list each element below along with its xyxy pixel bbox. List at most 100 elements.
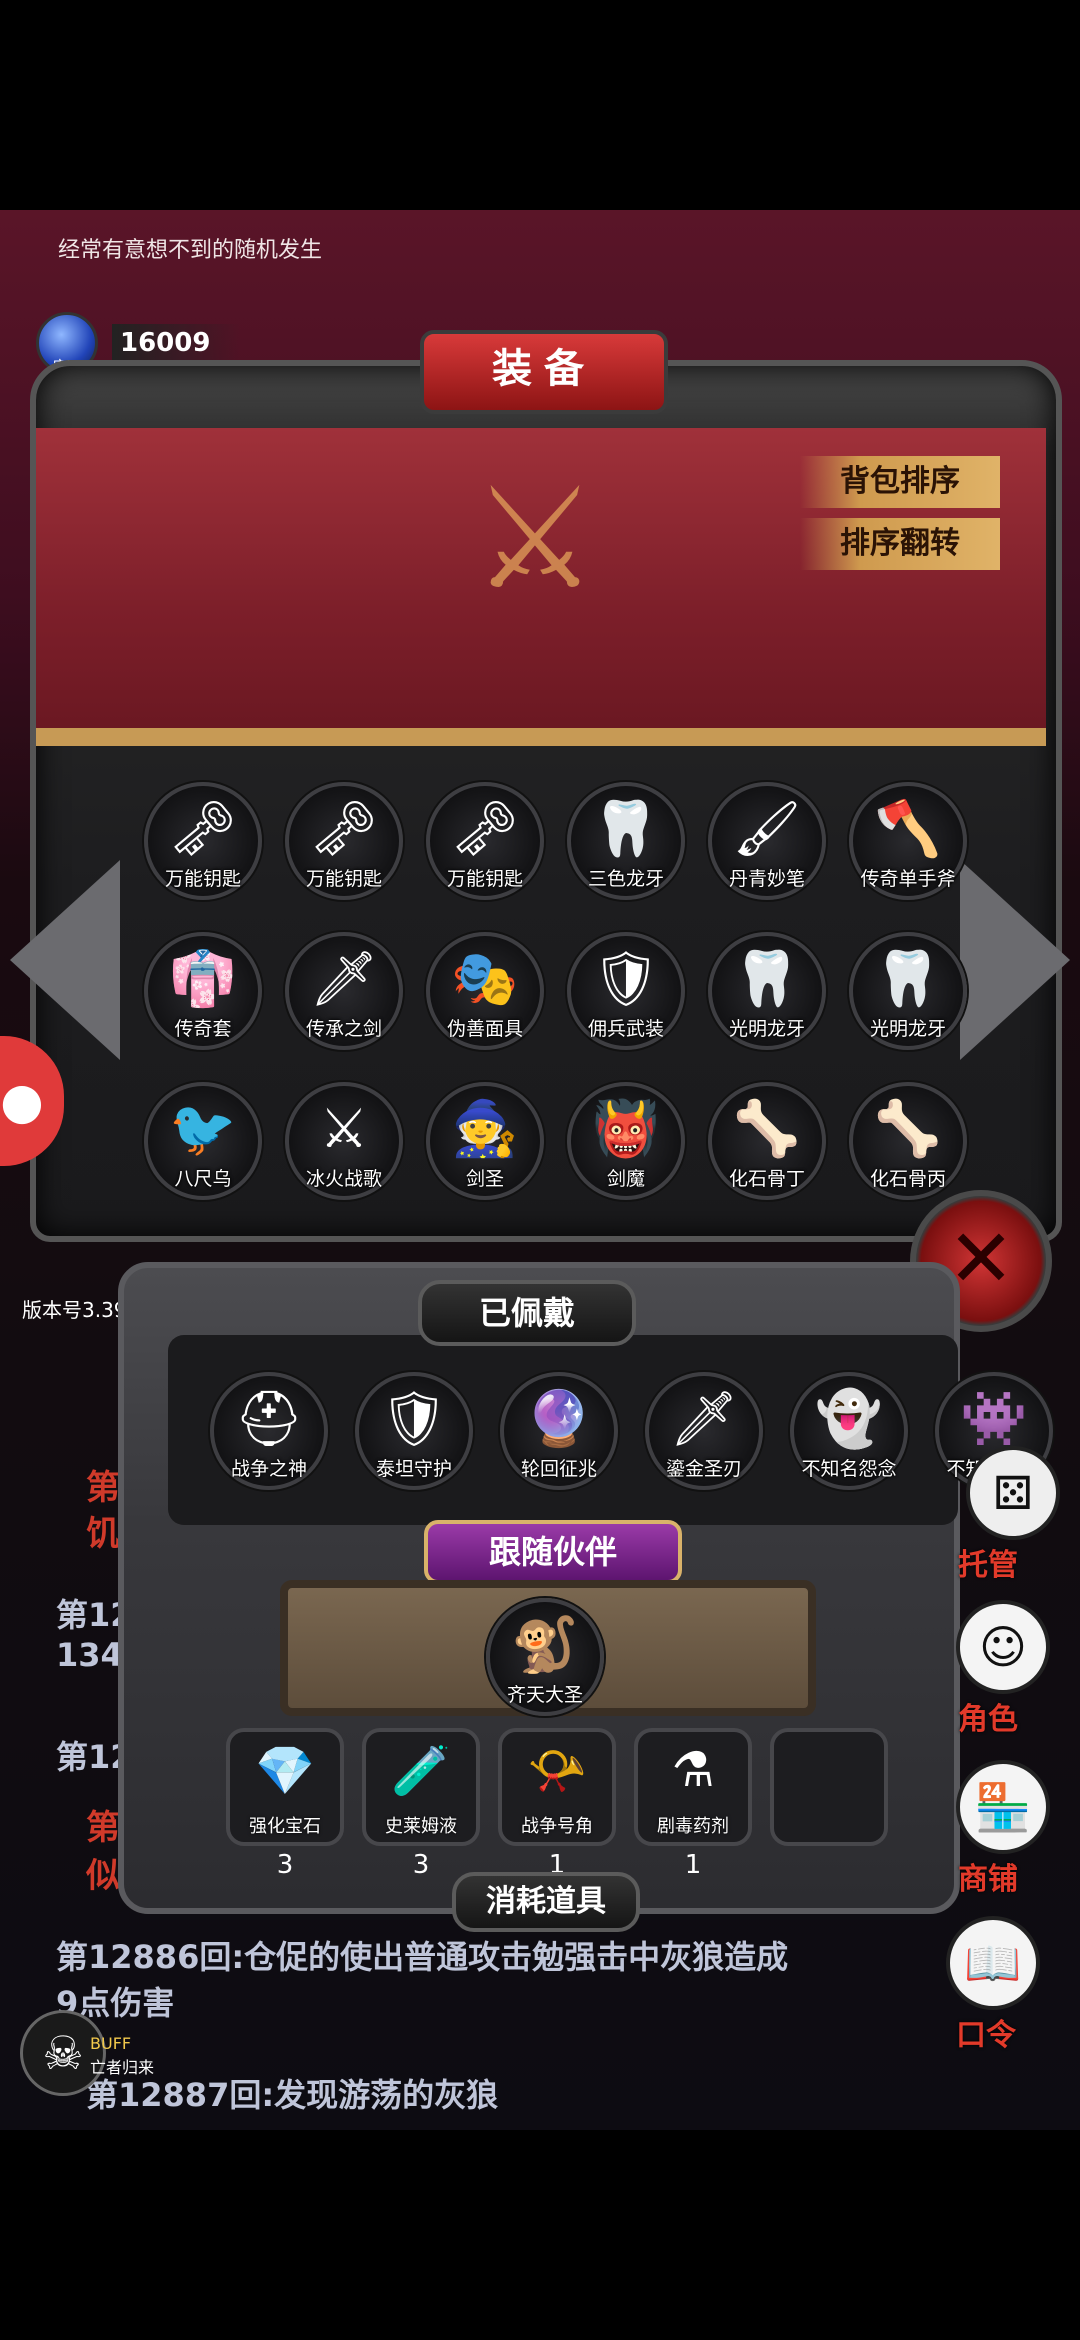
log-red-1: 第 — [86, 1468, 120, 1508]
code-label[interactable]: 口令 — [956, 2010, 1016, 2054]
dragon-tooth-icon: 🦷 — [874, 947, 942, 1010]
inventory-slot[interactable]: ⚔ 冰火战歌 — [285, 1082, 403, 1200]
item-label: 传奇单手斧 — [860, 868, 956, 890]
crystal-staff-icon: 🔮 — [525, 1387, 593, 1450]
item-label: 泰坦守护 — [375, 1458, 452, 1480]
currency-amount: 16009 — [112, 324, 241, 362]
item-label: 不知名怨念 — [801, 1458, 897, 1480]
panel-title: 装备 — [420, 330, 668, 414]
spirit-icon: 👾 — [960, 1387, 1028, 1450]
character-icon[interactable]: ☺ — [956, 1600, 1050, 1694]
sort-reverse-button[interactable]: 排序翻转 — [800, 518, 1000, 570]
dual-sword-icon: ⚔ — [319, 1097, 369, 1160]
key-icon: 🗝 — [450, 797, 520, 860]
brush-icon: 🖌 — [732, 797, 802, 860]
sort-bag-button[interactable]: 背包排序 — [800, 456, 1000, 508]
inventory-slot[interactable]: 🗡 传承之剑 — [285, 932, 403, 1050]
green-gem-icon: 💎 — [255, 1743, 315, 1799]
item-label: 战争之神 — [230, 1458, 307, 1480]
item-label: 轮回征兆 — [520, 1458, 597, 1480]
crossed-swords-emblem-icon: ⚔ — [472, 458, 598, 621]
dragon-tooth-icon: 🦷 — [592, 797, 660, 860]
skull-buff-icon[interactable]: ☠ — [20, 2010, 106, 2096]
item-label: 化石骨丁 — [728, 1168, 805, 1190]
log-line-1b: 134 — [56, 1636, 123, 1674]
buff-label: BUFF — [90, 2034, 132, 2053]
inventory-slot[interactable]: 🧙 剑圣 — [426, 1082, 544, 1200]
demon-icon: 👹 — [592, 1097, 660, 1160]
item-label: 化石骨丙 — [869, 1168, 946, 1190]
inventory-slot[interactable]: 🦴 化石骨丙 — [849, 1082, 967, 1200]
consumable-slot[interactable]: 🧪 史莱姆液 3 — [362, 1728, 480, 1880]
item-label: 剧毒药剂 — [657, 1816, 729, 1837]
item-label: 剑魔 — [606, 1168, 645, 1190]
worn-slot[interactable]: 🔮 轮回征兆 — [500, 1372, 618, 1490]
prev-page-arrow-icon[interactable] — [10, 860, 120, 1060]
companion-title: 跟随伙伴 — [424, 1520, 682, 1584]
inventory-slot[interactable]: 🦴 化石骨丁 — [708, 1082, 826, 1200]
inventory-slot[interactable]: 🪓 传奇单手斧 — [849, 782, 967, 900]
poison-icon: ⚗ — [671, 1742, 715, 1798]
horn-icon: 📯 — [527, 1743, 587, 1799]
inventory-slot[interactable]: 🖌 丹青妙笔 — [708, 782, 826, 900]
item-label: 伪善面具 — [446, 1018, 523, 1040]
inventory-slot[interactable]: 👹 剑魔 — [567, 1082, 685, 1200]
item-label: 万能钥匙 — [164, 868, 241, 890]
manage-label[interactable]: 托管 — [958, 1540, 1018, 1584]
item-label: 冰火战歌 — [305, 1168, 382, 1190]
consumable-slot[interactable]: ⚗ 剧毒药剂 1 — [634, 1728, 752, 1880]
inventory-slot[interactable]: 🗝 万能钥匙 — [285, 782, 403, 900]
item-label: 传承之剑 — [305, 1018, 382, 1040]
dragon-tooth-icon: 🦷 — [733, 947, 801, 1010]
companion-slot[interactable]: 🐒 齐天大圣 — [486, 1598, 604, 1716]
item-count: 3 — [276, 1850, 294, 1880]
log-red-2b: 似 — [86, 1856, 120, 1896]
worn-slot[interactable]: 🛡 泰坦守护 — [355, 1372, 473, 1490]
worn-slot[interactable]: ⛑ 战争之神 — [210, 1372, 328, 1490]
item-label: 八尺乌 — [174, 1168, 232, 1190]
inventory-slot[interactable]: 🦷 三色龙牙 — [567, 782, 685, 900]
mask-icon: 🎭 — [451, 947, 519, 1010]
inventory-slot[interactable]: 🛡 佣兵武装 — [567, 932, 685, 1050]
item-label: 丹青妙笔 — [728, 868, 805, 890]
inventory-slot[interactable]: 🐦 八尺乌 — [144, 1082, 262, 1200]
inventory-slot[interactable]: 👘 传奇套 — [144, 932, 262, 1050]
code-book-icon[interactable]: 📖 — [946, 1916, 1040, 2010]
item-label: 强化宝石 — [249, 1816, 321, 1837]
worn-title: 已佩戴 — [418, 1280, 636, 1346]
worn-slot[interactable]: 👻 不知名怨念 — [790, 1372, 908, 1490]
version-label: 版本号3.39 — [22, 1298, 127, 1322]
log-line-3: 第12886回:仓促的使出普通攻击勉强击中灰狼造成 — [56, 1938, 789, 1976]
swordmaster-icon: 🧙 — [451, 1097, 519, 1160]
armor-icon: 🛡 — [591, 947, 661, 1010]
log-red-2: 第 — [86, 1808, 120, 1848]
inventory-slot[interactable]: 🗝 万能钥匙 — [144, 782, 262, 900]
inventory-slot[interactable]: 🦷 光明龙牙 — [708, 932, 826, 1050]
dice-icon[interactable]: ⚄ — [966, 1446, 1060, 1540]
inventory-slot[interactable]: 🦷 光明龙牙 — [849, 932, 967, 1050]
item-label: 传奇套 — [174, 1018, 232, 1040]
shop-label[interactable]: 商铺 — [958, 1854, 1018, 1898]
tip-text: 经常有意想不到的随机发生 — [58, 238, 323, 263]
consumable-slot-empty[interactable] — [770, 1728, 888, 1846]
item-label: 万能钥匙 — [446, 868, 523, 890]
item-label: 光明龙牙 — [869, 1018, 946, 1040]
worn-slot[interactable]: 🗡 鎏金圣刃 — [645, 1372, 763, 1490]
inventory-slot[interactable]: 🎭 伪善面具 — [426, 932, 544, 1050]
role-label[interactable]: 角色 — [958, 1694, 1018, 1738]
titan-armor-icon: 🛡 — [379, 1387, 449, 1450]
sword-icon: 🗡 — [309, 947, 379, 1010]
log-red-1b: 饥 — [86, 1514, 120, 1554]
monkey-king-icon: 🐒 — [511, 1613, 579, 1676]
item-count: 1 — [684, 1850, 702, 1880]
consumables-title: 消耗道具 — [452, 1872, 640, 1932]
key-icon: 🗝 — [168, 797, 238, 860]
item-label: 三色龙牙 — [587, 868, 664, 890]
inventory-slot[interactable]: 🗝 万能钥匙 — [426, 782, 544, 900]
consumable-slot[interactable]: 💎 强化宝石 3 — [226, 1728, 344, 1880]
potion-icon: 🧪 — [391, 1743, 451, 1799]
robe-icon: 👘 — [169, 947, 237, 1010]
shop-icon[interactable]: 🏪 — [956, 1760, 1050, 1854]
consumable-slot[interactable]: 📯 战争号角 1 — [498, 1728, 616, 1880]
item-label: 剑圣 — [465, 1168, 504, 1190]
